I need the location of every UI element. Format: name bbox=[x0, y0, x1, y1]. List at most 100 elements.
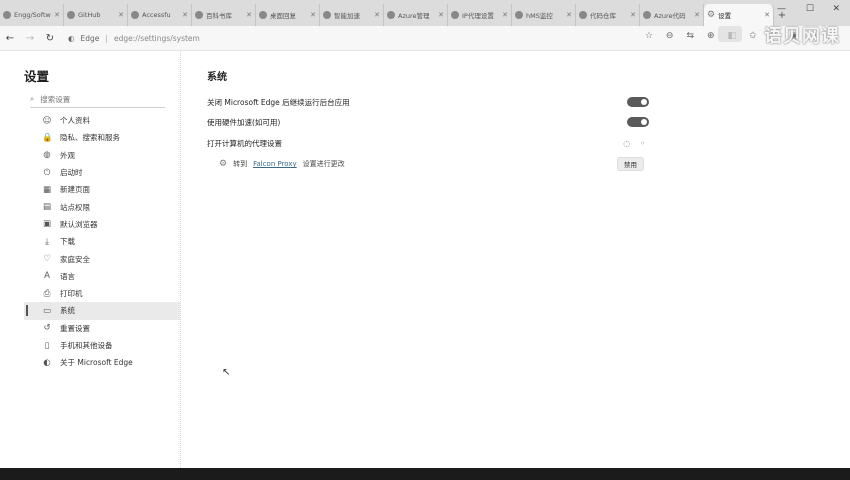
refresh-icon[interactable]: ↻ bbox=[40, 33, 60, 44]
settings-sidebar: 设置 ⌕ 搜索设置 ☺ 个人资料 🔒 隐私、搜索和服务 ◍ 外观 ⏻ 启动时 ▦ 新建页面 ▤ 站点权… bbox=[0, 51, 181, 468]
address-separator: | bbox=[105, 33, 108, 43]
browser-tab[interactable]: Accessfu ✕ bbox=[128, 4, 192, 26]
page-icon bbox=[451, 11, 459, 19]
favorites-icon[interactable]: ✩ bbox=[749, 31, 757, 41]
close-icon[interactable]: ✕ bbox=[182, 11, 188, 19]
close-icon[interactable]: ✕ bbox=[438, 11, 444, 19]
search-placeholder: 搜索设置 bbox=[40, 94, 71, 104]
extension-icon[interactable]: ⊖ bbox=[666, 31, 674, 41]
hardware-acceleration-toggle[interactable] bbox=[627, 117, 649, 127]
sidebar-item[interactable]: 🔒 隐私、搜索和服务 bbox=[24, 129, 180, 146]
page-icon bbox=[131, 11, 139, 19]
disable-button[interactable]: 禁用 bbox=[617, 157, 644, 171]
close-icon[interactable]: ✕ bbox=[502, 11, 508, 19]
sidebar-item[interactable]: ⤓ 下载 bbox=[24, 233, 180, 250]
setting-proxy[interactable]: 打开计算机的代理设置 ◌ ◦ bbox=[207, 136, 649, 150]
external-link-icon[interactable]: ◦ bbox=[640, 139, 645, 148]
sidebar-item-label: 家庭安全 bbox=[60, 254, 90, 264]
sidebar-item[interactable]: ◐ 关于 Microsoft Edge bbox=[24, 354, 180, 371]
close-icon[interactable]: ✕ bbox=[694, 11, 700, 19]
note-suffix: 设置进行更改 bbox=[302, 160, 345, 168]
close-icon[interactable]: ✕ bbox=[566, 11, 572, 19]
github-icon bbox=[3, 11, 11, 19]
close-icon[interactable]: ✕ bbox=[246, 11, 252, 19]
page-icon bbox=[195, 11, 203, 19]
sidebar-item-label: 下载 bbox=[60, 237, 75, 247]
sidebar-item[interactable]: ▯ 手机和其他设备 bbox=[24, 337, 180, 354]
loading-icon: ◌ bbox=[623, 138, 631, 148]
sidebar-item-label: 系统 bbox=[60, 306, 75, 316]
setting-label: 使用硬件加速(如可用) bbox=[207, 117, 281, 127]
browser-tab[interactable]: 智能加速 ✕ bbox=[320, 4, 384, 26]
forward-icon[interactable]: → bbox=[20, 33, 40, 44]
browser-tab[interactable]: 代码仓库 ✕ bbox=[576, 4, 640, 26]
browser-icon: ▣ bbox=[42, 219, 52, 230]
sidebar-item[interactable]: ☺ 个人资料 bbox=[24, 112, 180, 129]
browser-tab[interactable]: hMS监控 ✕ bbox=[512, 4, 576, 26]
setting-label: 打开计算机的代理设置 bbox=[207, 138, 282, 148]
profile-icon: ☺ bbox=[42, 115, 52, 126]
browser-tab[interactable]: Azure代码 ✕ bbox=[640, 4, 704, 26]
gear-icon: ⚙ bbox=[707, 10, 716, 20]
page-icon bbox=[515, 11, 523, 19]
note-prefix: 转到 bbox=[233, 160, 248, 168]
minimize-icon[interactable]: — bbox=[777, 4, 786, 14]
tab-label: GitHub bbox=[78, 11, 101, 19]
browser-tab[interactable]: Azure管理 ✕ bbox=[384, 4, 448, 26]
sidebar-item[interactable]: ◍ 外观 bbox=[24, 147, 180, 164]
background-apps-toggle[interactable] bbox=[627, 97, 649, 107]
sidebar-item[interactable]: ▦ 新建页面 bbox=[24, 181, 180, 198]
sidebar-item[interactable]: ⏻ 启动时 bbox=[24, 164, 180, 181]
close-icon[interactable]: ✕ bbox=[54, 11, 60, 19]
sidebar-item[interactable]: ▣ 默认浏览器 bbox=[24, 216, 180, 233]
browser-tab[interactable]: 桌面回复 ✕ bbox=[256, 4, 320, 26]
sidebar-item[interactable]: ⎙ 打印机 bbox=[24, 285, 180, 302]
page-icon bbox=[323, 11, 331, 19]
proxy-extension-note: ⚙ 转到 Falcon Proxy 设置进行更改 禁用 bbox=[219, 157, 647, 171]
permissions-icon: ▤ bbox=[42, 202, 52, 213]
close-icon[interactable]: ✕ bbox=[630, 11, 636, 19]
close-icon[interactable]: ✕ bbox=[764, 11, 770, 19]
back-icon[interactable]: ← bbox=[0, 33, 20, 44]
tab-label: IP代理设置 bbox=[462, 12, 494, 20]
tab-label: Azure代码 bbox=[654, 12, 686, 20]
tab-label: 设置 bbox=[718, 12, 732, 20]
browser-tab[interactable]: IP代理设置 ✕ bbox=[448, 4, 512, 26]
falcon-proxy-link[interactable]: Falcon Proxy bbox=[253, 160, 297, 168]
tab-label: Azure管理 bbox=[398, 12, 430, 20]
browser-tab[interactable]: 百科书库 ✕ bbox=[192, 4, 256, 26]
page-icon bbox=[387, 11, 395, 19]
sidebar-item[interactable]: ♡ 家庭安全 bbox=[24, 250, 180, 267]
tab-strip: Engg/Softw ✕ GitHub ✕ Accessfu ✕ 百科书库 ✕ 桌面回复 ✕ 智能加… bbox=[0, 0, 850, 26]
search-input[interactable]: ⌕ 搜索设置 bbox=[30, 91, 165, 108]
sidebar-item-label: 站点权限 bbox=[60, 202, 90, 212]
browser-tab[interactable]: Engg/Softw ✕ bbox=[0, 4, 64, 26]
globe-icon[interactable]: ⊕ bbox=[707, 31, 715, 41]
address-brand: Edge bbox=[80, 33, 100, 43]
close-icon[interactable]: ✕ bbox=[374, 11, 380, 19]
system-icon: ▭ bbox=[42, 305, 52, 316]
close-icon[interactable]: ✕ bbox=[118, 11, 124, 19]
language-icon: A bbox=[44, 271, 50, 282]
watermark-logo-icon bbox=[718, 26, 742, 42]
palette-icon: ◍ bbox=[43, 150, 51, 161]
sidebar-item[interactable]: ↺ 重置设置 bbox=[24, 320, 180, 337]
address-bar[interactable]: ◐ Edge | edge://settings/system bbox=[68, 34, 200, 43]
sidebar-item[interactable]: A 语言 bbox=[24, 268, 180, 285]
tab-label: 百科书库 bbox=[206, 12, 232, 20]
sidebar-item[interactable]: ▤ 站点权限 bbox=[24, 198, 180, 215]
sidebar-item-label: 隐私、搜索和服务 bbox=[60, 133, 120, 143]
edge-logo-icon: ◐ bbox=[68, 33, 75, 43]
browser-tab[interactable]: GitHub ✕ bbox=[64, 4, 128, 26]
close-icon[interactable]: ✕ bbox=[310, 11, 316, 19]
sidebar-item[interactable]: ▭ 系统 bbox=[24, 302, 180, 320]
translate-icon[interactable]: ⇆ bbox=[686, 31, 694, 41]
sidebar-item-label: 手机和其他设备 bbox=[60, 341, 113, 350]
proxy-icons: ◌ ◦ bbox=[623, 139, 645, 148]
phone-icon: ▯ bbox=[44, 340, 50, 351]
close-window-icon[interactable]: ✕ bbox=[832, 4, 840, 14]
favorite-star-icon[interactable]: ☆ bbox=[645, 31, 653, 41]
maximize-icon[interactable]: ☐ bbox=[806, 4, 814, 14]
tab-list: Engg/Softw ✕ GitHub ✕ Accessfu ✕ 百科书库 ✕ 桌面回复 ✕ 智能加… bbox=[0, 4, 704, 26]
page-icon bbox=[579, 11, 587, 19]
